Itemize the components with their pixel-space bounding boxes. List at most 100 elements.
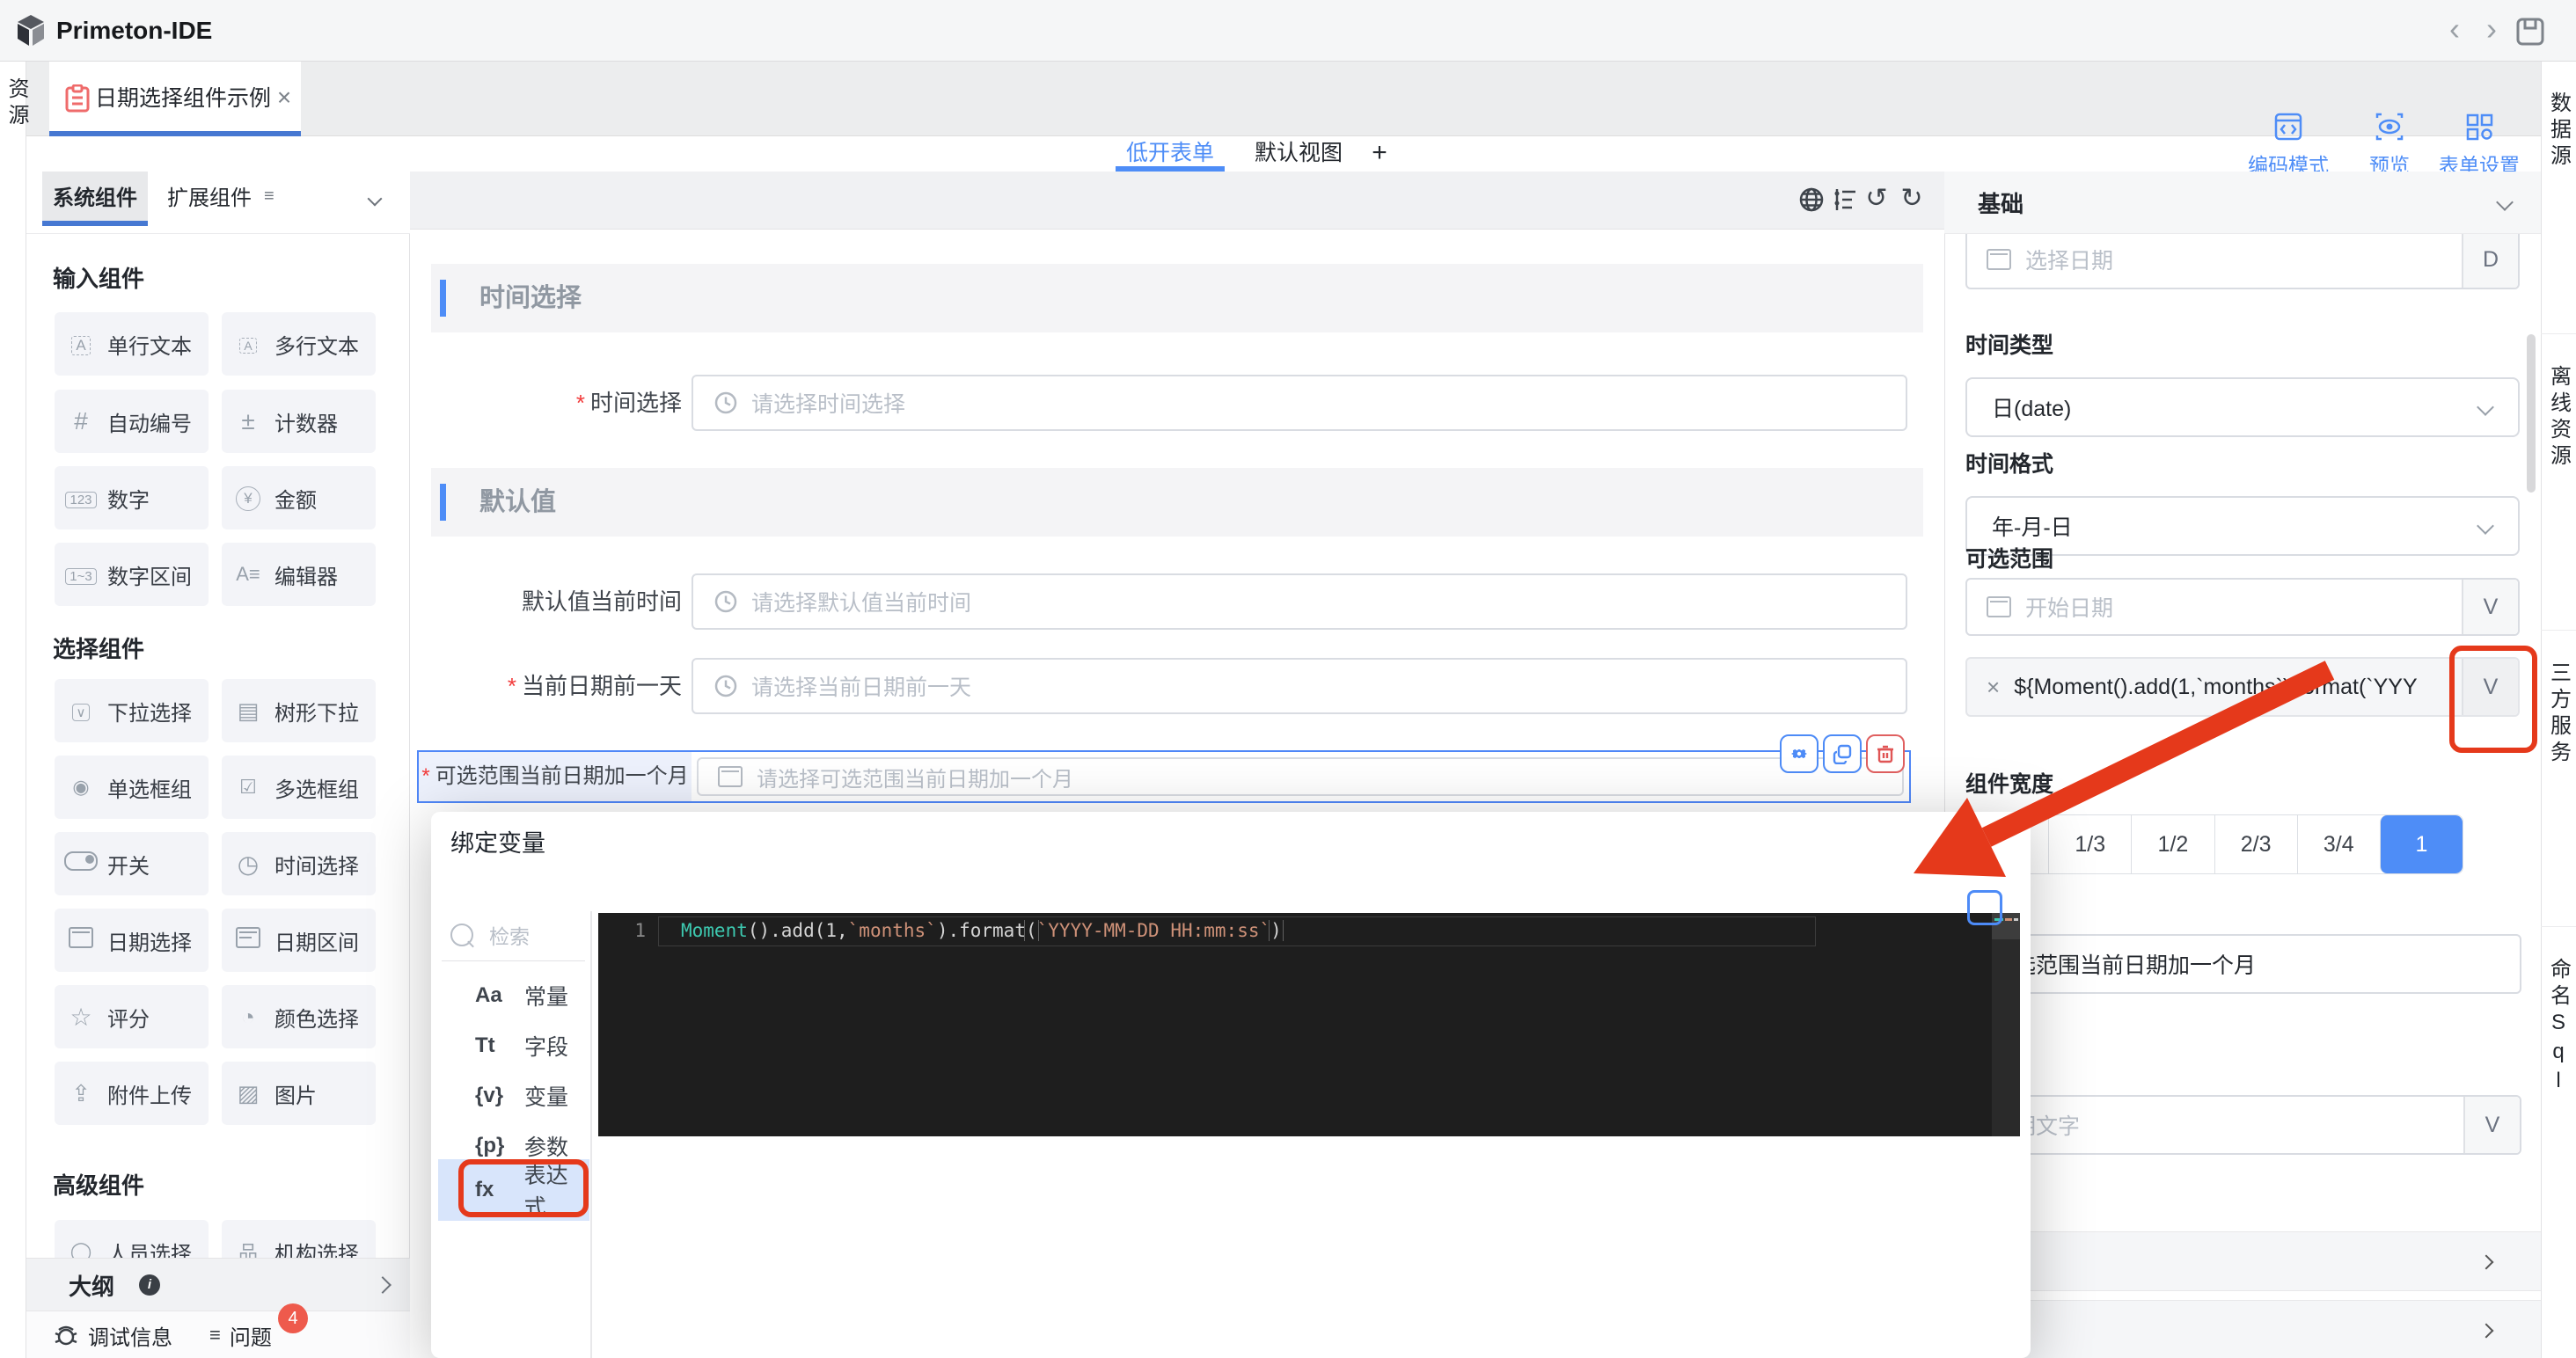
width-option-full[interactable]: 1: [2380, 815, 2463, 873]
component-item-radio-group[interactable]: ◉单选框组: [55, 756, 209, 819]
component-item-date-range[interactable]: 日期区间: [222, 909, 376, 972]
variable-search-input[interactable]: 检索: [450, 919, 582, 951]
form-group-header-time-select[interactable]: 时间选择: [431, 264, 1923, 332]
bind-variable-button[interactable]: V: [2462, 580, 2518, 634]
tab-close-icon[interactable]: ×: [269, 62, 299, 136]
variable-tab-field[interactable]: Tt 字段: [431, 1021, 589, 1070]
component-item-counter[interactable]: ±计数器: [222, 390, 376, 453]
editor-minimap[interactable]: [1992, 913, 2020, 1136]
checkbox-group-icon: ☑: [222, 776, 274, 799]
range-end-expression-field[interactable]: × ${Moment().add(1,`months`).format(`YYY…: [1965, 657, 2520, 717]
day-before-current-input[interactable]: 请选择当前日期前一天: [692, 658, 1907, 714]
component-item-rating[interactable]: ☆评分: [55, 985, 209, 1048]
gear-icon: [1789, 743, 1810, 764]
rail-item-resources[interactable]: 资源: [1, 77, 32, 130]
structure-tree-icon[interactable]: [1832, 186, 1858, 213]
search-icon: [450, 924, 473, 946]
date-preview-input[interactable]: 选择日期 D: [1965, 230, 2520, 289]
form-settings-button[interactable]: 表单设置: [2430, 113, 2528, 179]
panel-scrollbar[interactable]: [2527, 334, 2536, 493]
preview-eye-icon: [2375, 113, 2404, 141]
component-item-image[interactable]: ▨图片: [222, 1062, 376, 1125]
rail-item-third-party-services[interactable]: 三方服务: [2541, 632, 2576, 927]
debug-info-label[interactable]: 调试信息: [88, 1320, 172, 1351]
code-mode-button[interactable]: 编码模式: [2239, 113, 2338, 179]
width-option-three-quarters[interactable]: 3/4: [2297, 815, 2380, 873]
system-tab-underline: [42, 221, 148, 226]
outline-expand-chevron-icon[interactable]: [374, 1276, 392, 1294]
component-item-date-picker[interactable]: 日期选择: [55, 909, 209, 972]
number-range-icon: 1~3: [55, 563, 107, 586]
time-select-input[interactable]: 请选择时间选择: [692, 375, 1907, 431]
component-item-dropdown[interactable]: ∨下拉选择: [55, 679, 209, 742]
width-option-two-thirds[interactable]: 2/3: [2214, 815, 2297, 873]
expression-value: ${Moment().add(1,`months`).format(`YYY: [2014, 675, 2420, 700]
i18n-globe-icon[interactable]: [1798, 186, 1825, 213]
field-label-time-select: *时间选择: [440, 375, 682, 431]
help-text-input[interactable]: 说明文字 V: [1965, 1095, 2521, 1155]
field-label-default-current-time: 默认值当前时间: [405, 573, 682, 630]
rail-item-offline-resources[interactable]: 离线资源: [2541, 335, 2576, 631]
collapse-section-chevron-icon[interactable]: [2496, 193, 2514, 211]
shortcut-suffix[interactable]: D: [2462, 231, 2518, 288]
clock-icon: [714, 590, 737, 613]
component-item-color-picker[interactable]: ◔颜色选择: [222, 985, 376, 1048]
component-item-attachment-upload[interactable]: ⇪附件上传: [55, 1062, 209, 1125]
component-item-switch[interactable]: 开关: [55, 832, 209, 895]
range-start-date-input[interactable]: 开始日期 V: [1965, 578, 2520, 636]
expression-code-editor[interactable]: 1 Moment().add(1,`months`).format(`YYYY-…: [598, 913, 2020, 1136]
component-item-editor[interactable]: A≡编辑器: [222, 543, 376, 606]
collapsed-section-row[interactable]: [1944, 1231, 2541, 1291]
component-item-number[interactable]: 123数字: [55, 466, 209, 529]
select-chevron-icon: [2477, 517, 2494, 535]
tab-extended-components[interactable]: 扩展组件: [157, 172, 262, 226]
panel-view-toggle-icon[interactable]: ≡: [264, 186, 274, 207]
problems-label[interactable]: 问题: [230, 1320, 272, 1351]
component-item-currency[interactable]: ¥金额: [222, 466, 376, 529]
field-delete-button[interactable]: [1866, 734, 1905, 773]
component-item-checkbox-group[interactable]: ☑多选框组: [222, 756, 376, 819]
undo-icon[interactable]: ↺: [1862, 181, 1892, 216]
range-plus-one-month-input[interactable]: 请选择可选范围当前日期加一个月: [697, 757, 1904, 796]
preview-button[interactable]: 预览: [2354, 113, 2425, 179]
field-copy-button[interactable]: [1823, 734, 1862, 773]
width-option-half[interactable]: 1/2: [2131, 815, 2214, 873]
dropdown-icon: ∨: [55, 699, 107, 722]
redo-icon[interactable]: ↻: [1897, 181, 1927, 216]
editor-fullscreen-icon[interactable]: [1967, 890, 2002, 925]
component-item-tree-dropdown[interactable]: ▤树形下拉: [222, 679, 376, 742]
default-current-time-input[interactable]: 请选择默认值当前时间: [692, 573, 1907, 630]
component-item-auto-number[interactable]: #自动编号: [55, 390, 209, 453]
save-icon[interactable]: [2514, 16, 2546, 47]
bind-variable-button[interactable]: V: [2463, 1097, 2520, 1153]
constant-icon: Aa: [475, 983, 524, 1008]
time-type-select[interactable]: 日(date): [1965, 377, 2520, 437]
component-item-single-line-text[interactable]: A单行文本: [55, 312, 209, 376]
divider: [442, 960, 585, 961]
tree-dropdown-icon: ▤: [222, 697, 274, 725]
field-title-input[interactable]: 可选范围当前日期加一个月: [1965, 934, 2521, 994]
rail-item-named-sql[interactable]: 命名Sql: [2541, 928, 2576, 1192]
input-placeholder: 请选择可选范围当前日期加一个月: [757, 762, 1073, 792]
field-settings-button[interactable]: [1780, 734, 1819, 773]
trash-icon: [1875, 743, 1896, 764]
collapsed-section-row[interactable]: [1944, 1300, 2541, 1358]
problems-list-icon: ≡: [209, 1324, 221, 1347]
nav-back-icon[interactable]: ‹: [2439, 0, 2470, 62]
component-item-multi-line-text[interactable]: A多行文本: [222, 312, 376, 376]
component-item-number-range[interactable]: 1~3数字区间: [55, 543, 209, 606]
nav-forward-icon[interactable]: ›: [2476, 0, 2507, 62]
component-item-time-picker[interactable]: ◷时间选择: [222, 832, 376, 895]
tab-system-components[interactable]: 系统组件: [42, 172, 148, 226]
variable-tab-constant[interactable]: Aa 常量: [431, 971, 589, 1020]
outline-row[interactable]: 大纲 i: [26, 1258, 410, 1311]
variable-tab-variable[interactable]: {v} 变量: [431, 1071, 589, 1121]
width-option-third[interactable]: 1/3: [2048, 815, 2131, 873]
add-view-button[interactable]: +: [1362, 136, 1397, 172]
form-group-header-default-value[interactable]: 默认值: [431, 468, 1923, 537]
rail-item-datasource[interactable]: 数据源: [2541, 62, 2576, 334]
inspector-header[interactable]: 基础: [1944, 172, 2541, 234]
clear-icon[interactable]: ×: [1987, 674, 2000, 701]
tab-default-view[interactable]: 默认视图: [1239, 136, 1358, 172]
search-placeholder: 检索: [489, 920, 530, 950]
